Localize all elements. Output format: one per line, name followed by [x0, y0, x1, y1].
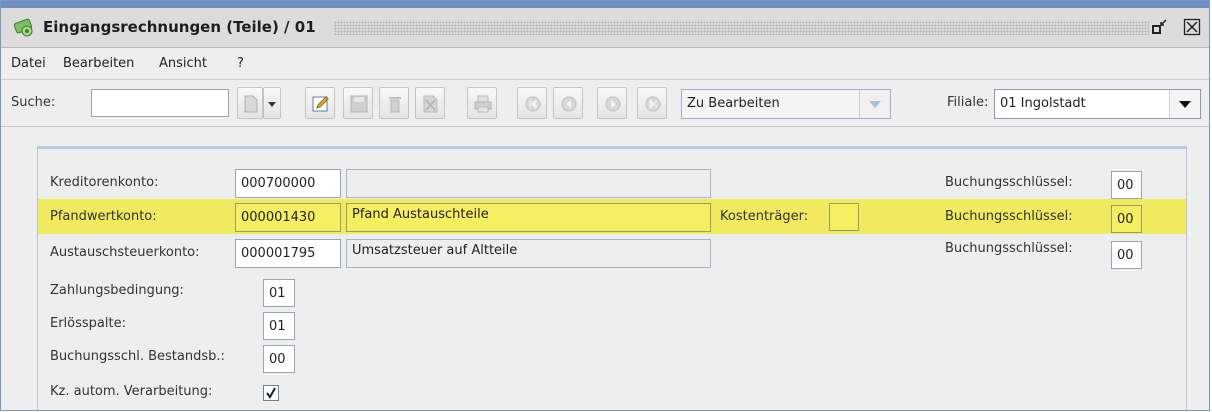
next-icon	[605, 96, 621, 112]
kz-autom-checkbox[interactable]	[263, 385, 279, 401]
kz-autom-label: Kz. autom. Verarbeitung:	[50, 384, 213, 399]
buchungsschl-bestand-input[interactable]	[263, 345, 295, 373]
next-record-button[interactable]	[597, 87, 627, 119]
kreditorenkonto-input[interactable]	[235, 169, 341, 198]
austauschsteuerkonto-description: Umsatzsteuer auf Altteile	[346, 239, 711, 268]
save-button[interactable]	[343, 87, 373, 119]
filiale-arrow[interactable]	[1169, 90, 1200, 118]
delete-button[interactable]	[379, 87, 409, 119]
last-icon	[645, 96, 661, 112]
window-top-strip	[1, 1, 1209, 8]
pfandwertkonto-description: Pfand Austauschteile	[346, 203, 711, 232]
print-button[interactable]	[467, 87, 497, 119]
menu-bar: Datei Bearbeiten Ansicht ?	[1, 48, 1209, 80]
chevron-down-icon	[869, 101, 881, 108]
kostentraeger-input[interactable]	[829, 203, 859, 231]
search-input[interactable]	[91, 89, 229, 117]
status-filter-arrow[interactable]	[859, 90, 890, 118]
status-filter-value: Zu Bearbeiten	[687, 96, 780, 111]
cancel-edit-button[interactable]	[415, 87, 445, 119]
buchungsschluessel-label-2: Buchungsschlüssel:	[945, 209, 1073, 224]
invoice-money-icon	[13, 18, 33, 37]
zahlungsbedingung-input[interactable]	[263, 279, 295, 307]
close-icon[interactable]	[1183, 18, 1201, 36]
checkmark-icon	[266, 387, 276, 399]
edit-button[interactable]	[305, 87, 335, 119]
previous-icon	[561, 96, 577, 112]
window-title: Eingangsrechnungen (Teile) / 01	[43, 18, 324, 36]
last-record-button[interactable]	[637, 87, 667, 119]
menu-help[interactable]: ?	[237, 56, 244, 71]
buchungsschl-bestand-label: Buchungsschl. Bestandsb.:	[50, 349, 225, 364]
first-icon	[525, 96, 541, 112]
menu-datei[interactable]: Datei	[11, 56, 46, 71]
document-icon	[244, 95, 258, 113]
title-bar-pattern	[334, 21, 1149, 35]
menu-bearbeiten[interactable]: Bearbeiten	[63, 56, 134, 71]
chevron-down-icon	[268, 102, 276, 107]
title-bar: Eingangsrechnungen (Teile) / 01	[1, 8, 1209, 48]
filiale-combo[interactable]: 01 Ingolstadt	[994, 89, 1201, 119]
buchungsschluessel-input-3[interactable]	[1111, 241, 1142, 269]
chevron-down-icon	[1179, 101, 1191, 108]
status-filter-combo[interactable]: Zu Bearbeiten	[681, 89, 891, 119]
filiale-label: Filiale:	[947, 95, 989, 110]
first-record-button[interactable]	[517, 87, 547, 119]
toolbar: Suche: Zu Bearbeiten Filiale: 01 Ingolst…	[1, 80, 1209, 127]
previous-record-button[interactable]	[553, 87, 583, 119]
printer-icon	[474, 95, 492, 113]
pfandwertkonto-label: Pfandwertkonto:	[50, 209, 157, 224]
buchungsschluessel-label-3: Buchungsschlüssel:	[945, 241, 1073, 256]
filiale-value: 01 Ingolstadt	[1000, 96, 1086, 111]
new-dropdown-button[interactable]	[263, 87, 281, 119]
cancel-document-icon	[423, 95, 438, 113]
pfandwertkonto-input[interactable]	[235, 203, 341, 232]
austauschsteuerkonto-label: Austauschsteuerkonto:	[50, 245, 200, 260]
edit-pencil-icon	[312, 96, 329, 112]
search-label: Suche:	[11, 95, 56, 110]
save-icon	[350, 95, 368, 113]
menu-ansicht[interactable]: Ansicht	[159, 56, 207, 71]
buchungsschluessel-input-2[interactable]	[1111, 205, 1142, 233]
buchungsschluessel-input-1[interactable]	[1111, 171, 1142, 199]
erloesspalte-label: Erlösspalte:	[50, 316, 126, 331]
restore-icon[interactable]	[1151, 18, 1169, 36]
austauschsteuerkonto-input[interactable]	[235, 239, 341, 268]
buchungsschluessel-label-1: Buchungsschlüssel:	[945, 175, 1073, 190]
erloesspalte-input[interactable]	[263, 312, 295, 340]
zahlungsbedingung-label: Zahlungsbedingung:	[50, 283, 184, 298]
kreditorenkonto-description	[346, 169, 711, 198]
kostentraeger-label: Kostenträger:	[720, 209, 809, 224]
new-document-button[interactable]	[237, 87, 263, 119]
kreditorenkonto-label: Kreditorenkonto:	[50, 175, 159, 190]
app-window: Eingangsrechnungen (Teile) / 01 Datei Be…	[0, 0, 1210, 411]
trash-icon	[389, 97, 401, 113]
